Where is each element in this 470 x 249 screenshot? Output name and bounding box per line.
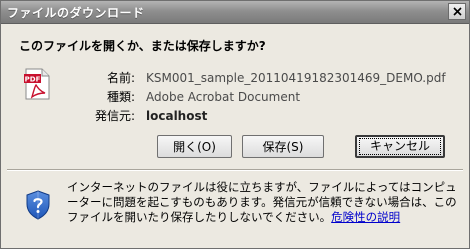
- name-label: 名前:: [106, 71, 135, 85]
- pdf-file-icon: PDF: [24, 68, 50, 100]
- open-button-label: 開く(O): [173, 140, 216, 154]
- file-name-value: KSM001_sample_20110419182301469_DEMO.pdf: [146, 71, 446, 85]
- security-shield-icon: [26, 190, 50, 220]
- file-info-values: KSM001_sample_20110419182301469_DEMO.pdf…: [146, 69, 446, 126]
- file-download-dialog: ファイルのダウンロード このファイルを開くか、または保存しますか? PDF 名前…: [0, 0, 470, 249]
- cancel-button-label: キャンセル: [358, 138, 441, 155]
- cancel-button[interactable]: キャンセル: [355, 135, 445, 158]
- risk-explanation-link[interactable]: 危険性の説明: [331, 210, 400, 224]
- file-source-value: localhost: [146, 109, 208, 123]
- dialog-title: ファイルのダウンロード: [7, 6, 145, 20]
- security-warning: インターネットのファイルは役に立ちますが、ファイルによってはコンピューターに問題…: [67, 180, 457, 225]
- close-icon: [452, 7, 462, 16]
- save-button-label: 保存(S): [262, 140, 304, 154]
- file-info-labels: 名前: 種類: 発信元:: [91, 69, 135, 126]
- pdf-badge-text: PDF: [25, 75, 41, 83]
- close-button[interactable]: [448, 3, 466, 20]
- open-button[interactable]: 開く(O): [157, 135, 232, 158]
- divider: [7, 169, 463, 171]
- title-bar[interactable]: ファイルのダウンロード: [1, 1, 469, 24]
- from-label: 発信元:: [94, 109, 135, 123]
- save-button[interactable]: 保存(S): [242, 135, 324, 158]
- question-text: このファイルを開くか、または保存しますか?: [19, 39, 266, 53]
- type-label: 種類:: [106, 90, 135, 104]
- file-type-value: Adobe Acrobat Document: [146, 90, 301, 104]
- dialog-body: このファイルを開くか、または保存しますか? PDF 名前: 種類: 発信元: K…: [1, 24, 469, 248]
